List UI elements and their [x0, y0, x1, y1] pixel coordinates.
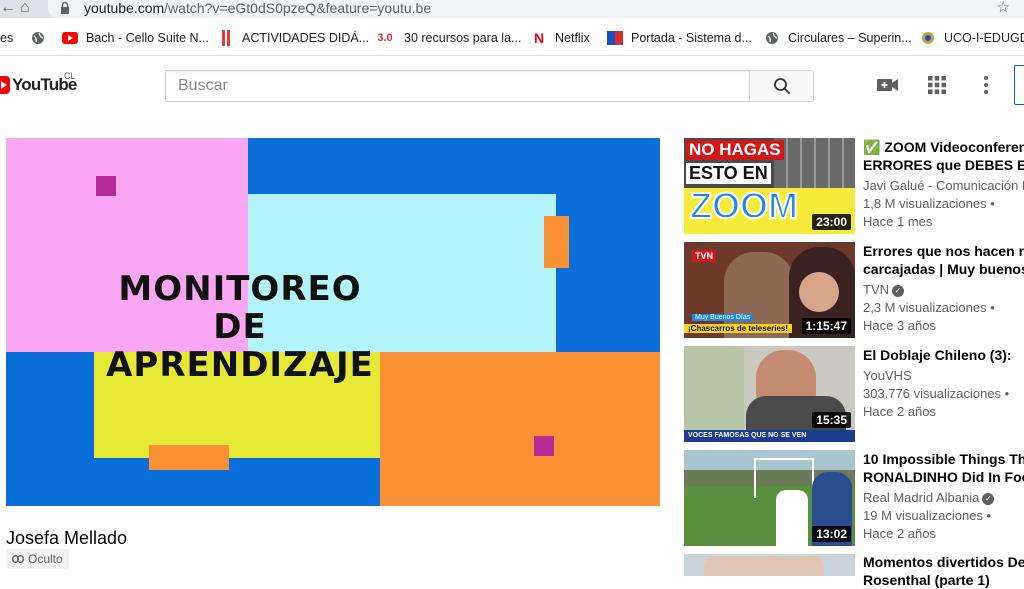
video-title[interactable]: carcajadas | Muy buenos días	[863, 260, 1024, 278]
more-vert-icon[interactable]	[974, 73, 998, 97]
channel-name[interactable]: Javi Galué - Comunicación Efectiva	[863, 177, 1024, 195]
video-title[interactable]: Momentos divertidos Den	[863, 554, 1024, 571]
video-title[interactable]: ✅ ZOOM Videoconferencia:	[863, 138, 1024, 156]
recommended-video[interactable]: 13:02 10 Impossible Things That RONALDIN…	[684, 450, 1024, 546]
bookmark-item[interactable]: Circulares – Superin...	[764, 28, 912, 48]
video-title[interactable]: RONALDINHO Did In Football	[863, 468, 1024, 486]
bookmark-item[interactable]: ACTIVIDADES DIDÁ...	[218, 28, 369, 48]
view-count: 2,3 M visualizaciones •	[863, 300, 995, 315]
video-meta: ✅ ZOOM Videoconferencia: ERRORES que DEB…	[863, 138, 1024, 231]
bookmark-item[interactable]: UCO-I-EDUGD(	[920, 28, 1024, 48]
recommended-video[interactable]: Momentos divertidos Den Rosenthal (parte…	[684, 554, 1024, 588]
channel-name[interactable]: Josefa Mellado	[6, 528, 127, 549]
magenta-square	[96, 176, 116, 196]
video-thumbnail[interactable]: VOCES FAMOSAS QUE NO SE VEN 15:35	[684, 346, 855, 442]
video-title[interactable]: Errores que nos hacen reír a	[863, 242, 1024, 260]
search-button[interactable]	[749, 70, 814, 102]
verified-icon: ✓	[982, 492, 995, 505]
globe-icon	[30, 30, 46, 46]
channel-name[interactable]: Real Madrid Albania ✓	[863, 489, 1024, 507]
badge-30-icon: 3.0	[377, 32, 393, 44]
browser-toolbar: ← ⌂ youtube.com/watch?v=eGt0dS0pzeQ&feat…	[0, 0, 1024, 18]
recommended-video[interactable]: VOCES FAMOSAS QUE NO SE VEN 15:35 El Dob…	[684, 346, 1024, 442]
video-meta: Errores que nos hacen reír a carcajadas …	[863, 242, 1024, 335]
doc-icon	[218, 30, 234, 46]
view-count: 303.776 visualizaciones •	[863, 386, 1010, 401]
bookmark-item[interactable]: es	[0, 28, 13, 48]
visibility-badge: Oculto	[6, 549, 69, 569]
duration-badge: 15:35	[812, 412, 851, 428]
bookmark-item[interactable]: N Netflix	[531, 28, 590, 48]
video-thumbnail[interactable]	[684, 554, 855, 576]
home-icon[interactable]: ⌂	[20, 0, 30, 16]
upload-age: Hace 1 mes	[863, 214, 933, 229]
upload-age: Hace 3 años	[863, 318, 936, 333]
bookmark-item[interactable]: 3.0 30 recursos para la...	[374, 28, 521, 48]
recommended-video[interactable]: NO HAGAS ESTO EN ZOOM 23:00 ✅ ZOOM Video…	[684, 138, 1024, 234]
video-title[interactable]: El Doblaje Chileno (3):	[863, 346, 1024, 364]
bookmark-item[interactable]	[30, 28, 54, 48]
netflix-icon: N	[533, 30, 545, 46]
verified-icon: ✓	[892, 284, 904, 297]
view-count: 19 M visualizaciones •	[863, 508, 992, 523]
duration-badge: 1:15:47	[801, 318, 851, 334]
search-icon	[773, 78, 790, 95]
channel-name[interactable]: YouVHS	[863, 367, 1024, 385]
video-title[interactable]: ERRORES que DEBES EVITAR	[863, 156, 1024, 174]
video-meta: Momentos divertidos Den Rosenthal (parte…	[863, 554, 1024, 589]
apps-grid-icon[interactable]	[925, 73, 949, 97]
video-thumbnail[interactable]: TVN Muy Buenos Días ¡Chascarros de teles…	[684, 242, 855, 338]
orange-rectangle	[149, 445, 229, 470]
duration-badge: 13:02	[812, 526, 851, 542]
sign-in-button[interactable]	[1014, 65, 1024, 105]
video-meta: El Doblaje Chileno (3): YouVHS 303.776 v…	[863, 346, 1024, 421]
view-count: 1,8 M visualizaciones •	[863, 196, 995, 211]
link-icon	[12, 555, 24, 563]
lock-icon	[61, 1, 69, 14]
bookmarks-bar: es Bach - Cello Suite N... ACTIVIDADES D…	[0, 18, 1024, 56]
bookmark-item[interactable]: Bach - Cello Suite N...	[62, 28, 209, 48]
youtube-play-icon	[0, 76, 10, 94]
youtube-header: YouTube CL	[0, 57, 1024, 113]
video-title[interactable]: Rosenthal (parte 1)	[863, 571, 1024, 589]
seal-icon	[920, 30, 936, 46]
back-arrow-icon[interactable]: ←	[0, 0, 16, 16]
url-text: youtube.com/watch?v=eGt0dS0pzeQ&feature=…	[84, 0, 432, 16]
youtube-logo[interactable]: YouTube CL	[0, 71, 77, 95]
thumbnail-title: MONITOREO DE APRENDIZAJE	[106, 269, 374, 385]
video-thumbnail[interactable]: 13:02	[684, 450, 855, 546]
globe-icon	[764, 30, 780, 46]
magenta-square	[534, 436, 554, 456]
address-bar[interactable]: youtube.com/watch?v=eGt0dS0pzeQ&feature=…	[48, 0, 1024, 18]
bookmark-star-icon[interactable]: ☆	[997, 0, 1010, 16]
video-title[interactable]: 10 Impossible Things That	[863, 450, 1024, 468]
create-video-icon[interactable]	[876, 73, 900, 97]
search-input[interactable]	[166, 71, 749, 101]
upload-age: Hace 2 años	[863, 526, 936, 541]
orange-rectangle	[544, 216, 569, 268]
search-box	[165, 70, 750, 102]
duration-badge: 23:00	[812, 214, 851, 230]
video-thumbnail[interactable]: NO HAGAS ESTO EN ZOOM 23:00	[684, 138, 855, 234]
channel-name[interactable]: TVN ✓	[863, 281, 1024, 299]
recommended-video[interactable]: TVN Muy Buenos Días ¡Chascarros de teles…	[684, 242, 1024, 338]
flag-icon	[607, 30, 623, 46]
video-meta: 10 Impossible Things That RONALDINHO Did…	[863, 450, 1024, 543]
video-player[interactable]: MONITOREO DE APRENDIZAJE	[6, 138, 660, 506]
upload-age: Hace 2 años	[863, 404, 936, 419]
region-code: CL	[64, 71, 76, 81]
youtube-icon	[62, 30, 78, 46]
bookmark-item[interactable]: Portada - Sistema d...	[607, 28, 752, 48]
